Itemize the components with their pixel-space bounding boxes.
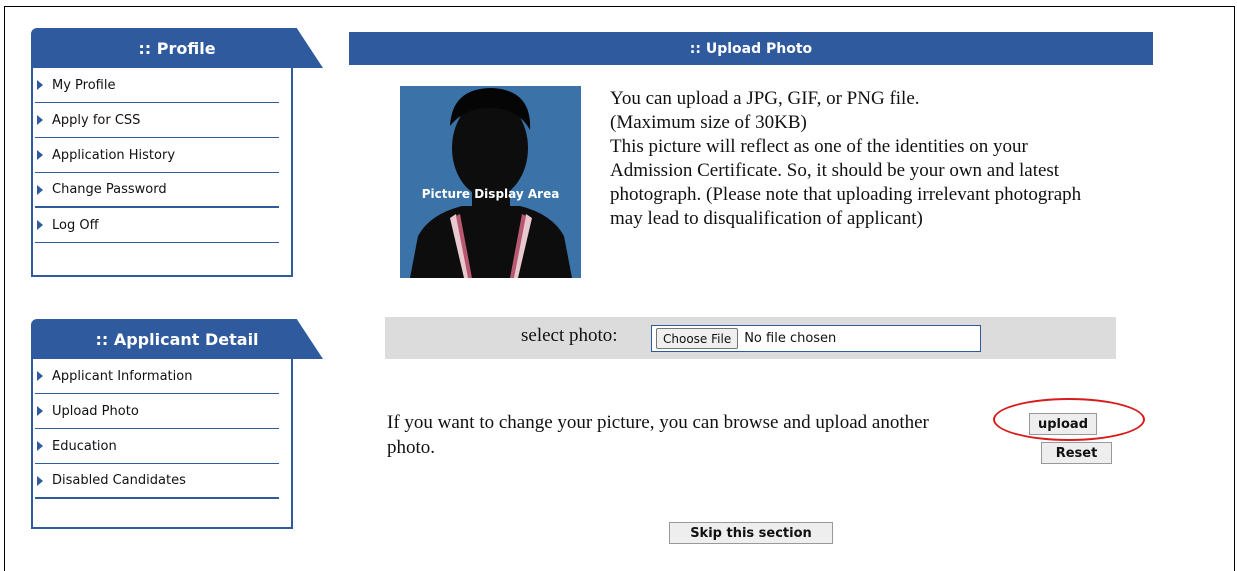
select-photo-label: select photo: xyxy=(521,325,618,346)
sidebar-item-application-history[interactable]: Application History xyxy=(35,138,279,173)
applicant-detail-panel: :: Applicant Detail Applicant Informatio… xyxy=(31,319,323,529)
file-input[interactable]: Choose File No file chosen xyxy=(651,325,981,352)
applicant-detail-panel-title: :: Applicant Detail xyxy=(31,319,323,359)
sidebar-item-label: Applicant Information xyxy=(52,368,193,384)
sidebar-item-label: Upload Photo xyxy=(52,403,139,419)
profile-panel: :: Profile My Profile Apply for CSS Appl… xyxy=(31,28,323,277)
sidebar-item-label: Application History xyxy=(52,147,176,163)
sidebar-item-label: My Profile xyxy=(52,77,116,93)
upload-photo-header: :: Upload Photo xyxy=(349,32,1153,65)
triangle-right-icon xyxy=(37,115,43,125)
sidebar-item-disabled-candidates[interactable]: Disabled Candidates xyxy=(35,464,279,499)
sidebar-item-label: Change Password xyxy=(52,182,167,197)
skip-section-button[interactable]: Skip this section xyxy=(669,522,833,544)
triangle-right-icon xyxy=(37,80,43,90)
triangle-right-icon xyxy=(37,371,43,381)
triangle-right-icon xyxy=(37,220,43,230)
sidebar-item-education[interactable]: Education xyxy=(35,429,279,464)
upload-instructions: You can upload a JPG, GIF, or PNG file. … xyxy=(610,87,1090,231)
instruction-identity-note: This picture will reflect as one of the … xyxy=(610,136,1082,229)
sidebar-item-apply-for-css[interactable]: Apply for CSS xyxy=(35,103,279,138)
applicant-detail-menu: Applicant Information Upload Photo Educa… xyxy=(31,359,293,529)
sidebar-item-log-off[interactable]: Log Off xyxy=(35,208,279,243)
file-status-text: No file chosen xyxy=(744,331,837,346)
sidebar-item-label: Log Off xyxy=(52,217,99,233)
applicant-menu-spacer xyxy=(35,499,279,527)
choose-file-button[interactable]: Choose File xyxy=(656,328,739,349)
sidebar-item-label: Education xyxy=(52,438,117,454)
picture-display-caption: Picture Display Area xyxy=(421,187,560,201)
profile-menu-spacer xyxy=(35,243,279,275)
profile-panel-title: :: Profile xyxy=(31,28,323,68)
sidebar-item-change-password[interactable]: Change Password xyxy=(35,173,279,208)
sidebar-item-upload-photo[interactable]: Upload Photo xyxy=(35,394,279,429)
select-photo-row: select photo: Choose File No file chosen xyxy=(385,317,1116,359)
reset-button[interactable]: Reset xyxy=(1041,442,1112,464)
sidebar-item-label: Apply for CSS xyxy=(52,112,141,128)
instruction-max-size: (Maximum size of 30KB) xyxy=(610,112,807,133)
triangle-right-icon xyxy=(37,406,43,416)
picture-display-area: Picture Display Area xyxy=(400,86,581,278)
sidebar-item-my-profile[interactable]: My Profile xyxy=(35,68,279,103)
person-silhouette-icon xyxy=(400,86,581,278)
profile-menu: My Profile Apply for CSS Application His… xyxy=(31,68,293,277)
upload-button[interactable]: upload xyxy=(1029,413,1097,435)
triangle-right-icon xyxy=(37,150,43,160)
sidebar-item-applicant-information[interactable]: Applicant Information xyxy=(35,359,279,394)
triangle-right-icon xyxy=(37,184,43,195)
triangle-right-icon xyxy=(37,475,43,486)
change-picture-text: If you want to change your picture, you … xyxy=(387,412,929,458)
sidebar-item-label: Disabled Candidates xyxy=(52,473,186,488)
triangle-right-icon xyxy=(37,441,43,451)
instruction-file-types: You can upload a JPG, GIF, or PNG file. xyxy=(610,88,920,109)
